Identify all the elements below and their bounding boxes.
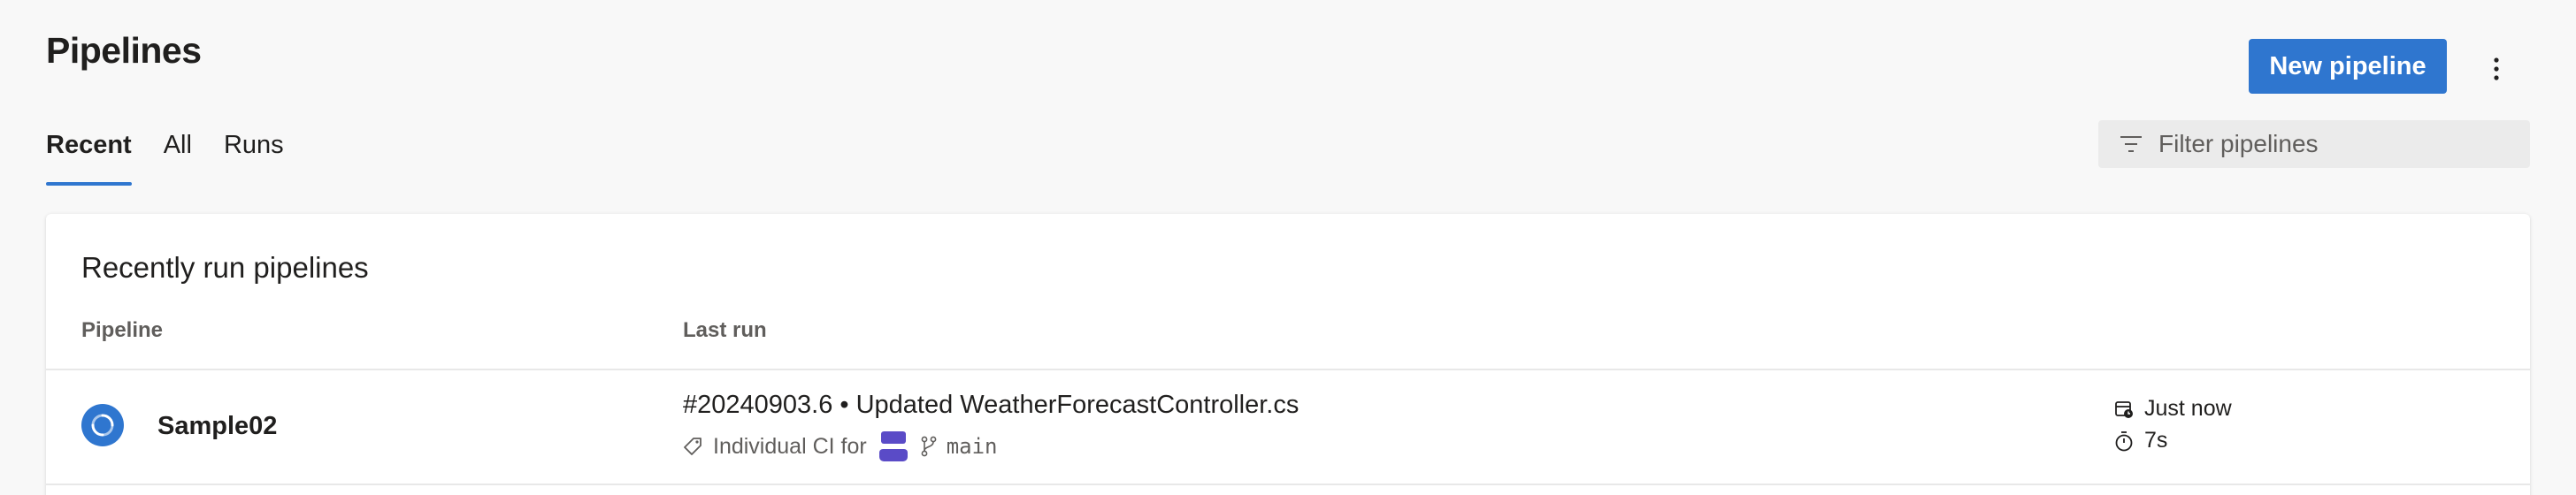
tab-all[interactable]: All — [164, 124, 192, 186]
column-header-pipeline: Pipeline — [81, 318, 164, 342]
card-title: Recently run pipelines — [81, 251, 369, 284]
recent-pipelines-card: Recently run pipelines Pipeline Last run… — [46, 214, 2530, 495]
tag-icon — [684, 438, 702, 455]
new-pipeline-button[interactable]: New pipeline — [2249, 39, 2447, 94]
header-divider — [46, 369, 2530, 370]
run-meta: Individual CI for main — [683, 431, 998, 461]
pipelines-page: Pipelines New pipeline Recent All Runs R… — [0, 0, 2576, 495]
run-title[interactable]: #20240903.6 • Updated WeatherForecastCon… — [683, 391, 1299, 420]
more-options-button[interactable] — [2477, 50, 2516, 88]
row-divider — [46, 484, 2530, 485]
run-duration: 7s — [2114, 428, 2167, 453]
trigger-text: Individual CI for — [713, 433, 867, 459]
pipeline-name[interactable]: Sample02 — [157, 412, 277, 441]
tab-bar: Recent All Runs — [46, 124, 316, 186]
filter-icon — [2120, 136, 2142, 152]
stopwatch-icon — [2115, 430, 2133, 451]
branch-name[interactable]: main — [947, 434, 998, 459]
in-progress-icon — [81, 404, 124, 446]
queued-text: Just now — [2144, 396, 2232, 421]
duration-text: 7s — [2144, 428, 2168, 453]
calendar-clock-icon — [2115, 400, 2133, 418]
tab-recent[interactable]: Recent — [46, 124, 132, 186]
tab-runs[interactable]: Runs — [224, 124, 284, 186]
queued-time: Just now — [2114, 396, 2232, 422]
more-vertical-icon — [2494, 57, 2499, 80]
filter-box[interactable] — [2098, 120, 2530, 168]
avatar — [878, 431, 908, 461]
page-title: Pipelines — [46, 30, 202, 71]
branch-icon — [921, 436, 937, 457]
column-header-last-run: Last run — [683, 318, 767, 342]
filter-input[interactable] — [2157, 129, 2514, 159]
